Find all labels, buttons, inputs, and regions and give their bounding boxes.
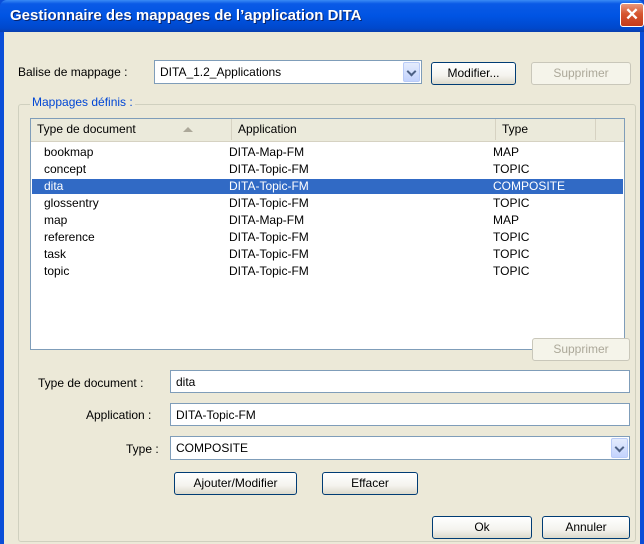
cell-application: DITA-Topic-FM xyxy=(229,179,309,193)
column-header-type-label: Type xyxy=(502,122,529,136)
cell-doctype: reference xyxy=(44,230,95,244)
table-row[interactable]: glossentry DITA-Topic-FM TOPIC xyxy=(32,196,623,211)
mapping-tag-select[interactable]: DITA_1.2_Applications xyxy=(154,60,422,84)
cell-application: DITA-Topic-FM xyxy=(229,230,309,244)
ok-button[interactable]: Ok xyxy=(432,516,532,539)
list-header: Type de document Application Type xyxy=(31,119,624,142)
delete-mapping-button[interactable]: Supprimer xyxy=(532,338,630,361)
dialog-window: Gestionnaire des mappages de l’applicati… xyxy=(0,0,644,544)
cell-type: TOPIC xyxy=(493,162,530,176)
table-row[interactable]: topic DITA-Topic-FM TOPIC xyxy=(32,264,623,279)
cell-type: TOPIC xyxy=(493,196,530,210)
column-header-application-label: Application xyxy=(238,122,297,136)
type-label: Type : xyxy=(126,442,159,456)
close-button[interactable]: ✕ xyxy=(620,3,644,27)
cell-doctype: glossentry xyxy=(44,196,99,210)
cell-type: MAP xyxy=(493,145,520,159)
add-modify-button[interactable]: Ajouter/Modifier xyxy=(174,472,297,495)
doctype-value: dita xyxy=(176,375,196,389)
application-input[interactable]: DITA-Topic-FM xyxy=(170,403,630,426)
group-title: Mappages définis : xyxy=(30,95,135,109)
doctype-input[interactable]: dita xyxy=(170,370,630,393)
cell-application: DITA-Map-FM xyxy=(229,213,305,227)
chevron-down-icon[interactable] xyxy=(403,62,420,82)
cell-type: TOPIC xyxy=(493,264,530,278)
clear-button[interactable]: Effacer xyxy=(322,472,418,495)
cancel-button[interactable]: Annuler xyxy=(542,516,630,539)
cell-type: TOPIC xyxy=(493,230,530,244)
cell-doctype: concept xyxy=(44,162,87,176)
type-value: COMPOSITE xyxy=(176,441,249,455)
table-row[interactable]: task DITA-Topic-FM TOPIC xyxy=(32,247,623,262)
table-row[interactable]: reference DITA-Topic-FM TOPIC xyxy=(32,230,623,245)
cell-application: DITA-Topic-FM xyxy=(229,264,309,278)
column-header-type[interactable]: Type xyxy=(496,119,596,140)
column-header-doctype-label: Type de document xyxy=(37,122,136,136)
column-header-application[interactable]: Application xyxy=(232,119,496,140)
cell-doctype: bookmap xyxy=(44,145,94,159)
close-icon: ✕ xyxy=(624,5,640,24)
sort-ascending-icon xyxy=(183,127,193,132)
table-row[interactable]: dita DITA-Topic-FM COMPOSITE xyxy=(32,179,623,194)
table-row[interactable]: map DITA-Map-FM MAP xyxy=(32,213,623,228)
cell-type: TOPIC xyxy=(493,247,530,261)
cell-application: DITA-Topic-FM xyxy=(229,162,309,176)
modify-button[interactable]: Modifier... xyxy=(431,62,516,85)
column-header-doctype[interactable]: Type de document xyxy=(31,119,232,140)
application-value: DITA-Topic-FM xyxy=(176,408,256,422)
cell-doctype: dita xyxy=(44,179,64,193)
doctype-label: Type de document : xyxy=(38,376,144,390)
type-select[interactable]: COMPOSITE xyxy=(170,436,630,460)
cell-doctype: map xyxy=(44,213,68,227)
cell-type: MAP xyxy=(493,213,520,227)
cell-doctype: topic xyxy=(44,264,70,278)
application-label: Application : xyxy=(86,408,152,422)
cell-doctype: task xyxy=(44,247,67,261)
title-bar[interactable]: Gestionnaire des mappages de l’applicati… xyxy=(0,0,644,32)
mappings-list[interactable]: Type de document Application Type bookma… xyxy=(30,118,625,350)
cell-application: DITA-Topic-FM xyxy=(229,196,309,210)
chevron-down-icon[interactable] xyxy=(611,438,628,458)
window-border xyxy=(640,32,644,544)
window-title: Gestionnaire des mappages de l’applicati… xyxy=(10,7,362,24)
mapping-tag-label: Balise de mappage : xyxy=(18,65,128,79)
cell-application: DITA-Topic-FM xyxy=(229,247,309,261)
dialog-body: Balise de mappage : DITA_1.2_Application… xyxy=(4,32,640,544)
cell-type: COMPOSITE xyxy=(493,179,566,193)
mapping-tag-value: DITA_1.2_Applications xyxy=(160,65,282,79)
delete-tag-button[interactable]: Supprimer xyxy=(531,62,631,85)
table-row[interactable]: concept DITA-Topic-FM TOPIC xyxy=(32,162,623,177)
cell-application: DITA-Map-FM xyxy=(229,145,305,159)
table-row[interactable]: bookmap DITA-Map-FM MAP xyxy=(32,145,623,160)
